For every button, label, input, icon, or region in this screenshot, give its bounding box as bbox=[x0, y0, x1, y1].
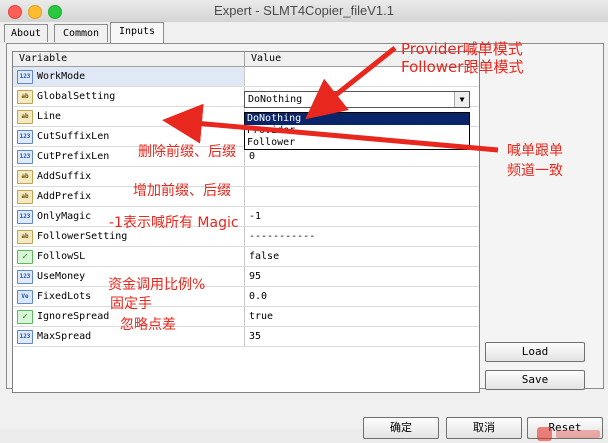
table-row[interactable]: ab AddSuffix bbox=[13, 167, 479, 187]
table-row[interactable]: Ve FixedLots 0.0 bbox=[13, 287, 479, 307]
variable-value: 0 bbox=[249, 151, 256, 162]
variable-name: IgnoreSpread bbox=[37, 311, 110, 322]
number-type-icon: 123 bbox=[17, 329, 33, 344]
string-type-icon: ab bbox=[17, 189, 33, 204]
annotation-line-consistent-1: 喊单跟单 bbox=[507, 143, 563, 159]
value-cell[interactable]: 0.0 bbox=[245, 287, 479, 306]
chevron-down-icon[interactable]: ▼ bbox=[454, 92, 469, 107]
annotation-delete-affix: 删除前缀、后缀 bbox=[138, 144, 236, 160]
workmode-select[interactable]: DoNothing ▼ bbox=[244, 91, 470, 108]
number-type-icon: 123 bbox=[17, 269, 33, 284]
value-cell[interactable]: true bbox=[245, 307, 479, 326]
variable-name: FollowerSetting bbox=[37, 231, 128, 242]
tab-inputs[interactable]: Inputs bbox=[110, 22, 164, 43]
variable-name: CutSuffixLen bbox=[37, 131, 110, 142]
variable-cell[interactable]: 123 WorkMode bbox=[13, 67, 245, 86]
workmode-dropdown-list: DoNothing Provider Follower bbox=[244, 112, 470, 150]
workmode-option[interactable]: Provider bbox=[245, 125, 469, 137]
value-cell[interactable]: -1 bbox=[245, 207, 479, 226]
variable-value: -1 bbox=[249, 211, 262, 222]
annotation-line-consistent-2: 频道一致 bbox=[507, 163, 563, 179]
variable-name: AddSuffix bbox=[37, 171, 92, 182]
table-row[interactable]: ✓ IgnoreSpread true bbox=[13, 307, 479, 327]
variable-value: ----------- bbox=[249, 231, 316, 242]
tab-about[interactable]: About bbox=[4, 24, 48, 42]
variable-cell[interactable]: ab GlobalSetting bbox=[13, 87, 245, 106]
load-button[interactable]: Load bbox=[485, 342, 585, 362]
table-row[interactable]: ab FollowerSetting ----------- bbox=[13, 227, 479, 247]
string-type-icon: ab bbox=[17, 229, 33, 244]
expert-dialog: About Common Inputs Variable Value 123 Wo… bbox=[0, 22, 608, 441]
string-type-icon: ab bbox=[17, 89, 33, 104]
variable-name: CutPrefixLen bbox=[37, 151, 110, 162]
variable-value: true bbox=[249, 311, 274, 322]
table-row[interactable]: 123 UseMoney 95 bbox=[13, 267, 479, 287]
number-type-icon: 123 bbox=[17, 69, 33, 84]
variable-name: FollowSL bbox=[37, 251, 86, 262]
value-cell[interactable] bbox=[245, 167, 479, 186]
variable-value: 95 bbox=[249, 271, 262, 282]
annotation-only-magic: -1表示喊所有 Magic bbox=[109, 215, 239, 231]
variable-name: AddPrefix bbox=[37, 191, 92, 202]
workmode-option[interactable]: Follower bbox=[245, 137, 469, 149]
string-type-icon: ab bbox=[17, 109, 33, 124]
table-row[interactable]: 123 OnlyMagic -1 bbox=[13, 207, 479, 227]
value-cell[interactable]: ----------- bbox=[245, 227, 479, 246]
variable-cell[interactable]: ✓ FollowSL bbox=[13, 247, 245, 266]
tab-common[interactable]: Common bbox=[54, 24, 108, 42]
variable-cell[interactable]: ab Line bbox=[13, 107, 245, 126]
variable-name: UseMoney bbox=[37, 271, 86, 282]
boolean-type-icon: ✓ bbox=[17, 309, 33, 324]
string-type-icon: ab bbox=[17, 169, 33, 184]
annotation-add-affix: 增加前缀、后缀 bbox=[133, 183, 231, 199]
variable-value: false bbox=[249, 251, 280, 262]
annotation-follower-mode: Follower跟单模式 bbox=[401, 58, 524, 76]
window-title: Expert - SLMT4Copier_fileV1.1 bbox=[214, 3, 394, 18]
table-row[interactable]: 123 CutPrefixLen 0 bbox=[13, 147, 479, 167]
grid-rows: 123 WorkMode ab GlobalSetting ab Line 123 CutSu… bbox=[13, 67, 479, 347]
value-cell[interactable] bbox=[245, 187, 479, 206]
variable-value: 35 bbox=[249, 331, 262, 342]
variable-column-header[interactable]: Variable bbox=[13, 52, 245, 66]
cancel-button[interactable]: 取消 bbox=[446, 417, 522, 439]
table-row[interactable]: 123 MaxSpread 35 bbox=[13, 327, 479, 347]
variable-name: FixedLots bbox=[37, 291, 92, 302]
variable-name: OnlyMagic bbox=[37, 211, 92, 222]
value-cell[interactable]: 35 bbox=[245, 327, 479, 346]
variable-name: GlobalSetting bbox=[37, 91, 116, 102]
value-cell[interactable]: false bbox=[245, 247, 479, 266]
number-type-icon: 123 bbox=[17, 209, 33, 224]
boolean-type-icon: ✓ bbox=[17, 249, 33, 264]
watermark-logo-icon bbox=[537, 427, 600, 441]
variable-value: 0.0 bbox=[249, 291, 268, 302]
annotation-use-money: 资金调用比例% bbox=[108, 277, 206, 293]
table-row[interactable]: ab AddPrefix bbox=[13, 187, 479, 207]
ok-button[interactable]: 确定 bbox=[363, 417, 439, 439]
table-row[interactable]: ✓ FollowSL false bbox=[13, 247, 479, 267]
double-type-icon: Ve bbox=[17, 289, 33, 304]
annotation-fixed-lots: 固定手 bbox=[110, 296, 152, 312]
value-cell[interactable]: 95 bbox=[245, 267, 479, 286]
variable-name: Line bbox=[37, 111, 62, 122]
variable-name: MaxSpread bbox=[37, 331, 92, 342]
number-type-icon: 123 bbox=[17, 149, 33, 164]
annotation-ignore-spread: 忽略点差 bbox=[120, 317, 176, 333]
title-bar: Expert - SLMT4Copier_fileV1.1 bbox=[0, 0, 608, 23]
workmode-option[interactable]: DoNothing bbox=[245, 113, 469, 125]
variable-name: WorkMode bbox=[37, 71, 86, 82]
workmode-selected-value: DoNothing bbox=[248, 94, 303, 105]
save-button[interactable]: Save bbox=[485, 370, 585, 390]
number-type-icon: 123 bbox=[17, 129, 33, 144]
